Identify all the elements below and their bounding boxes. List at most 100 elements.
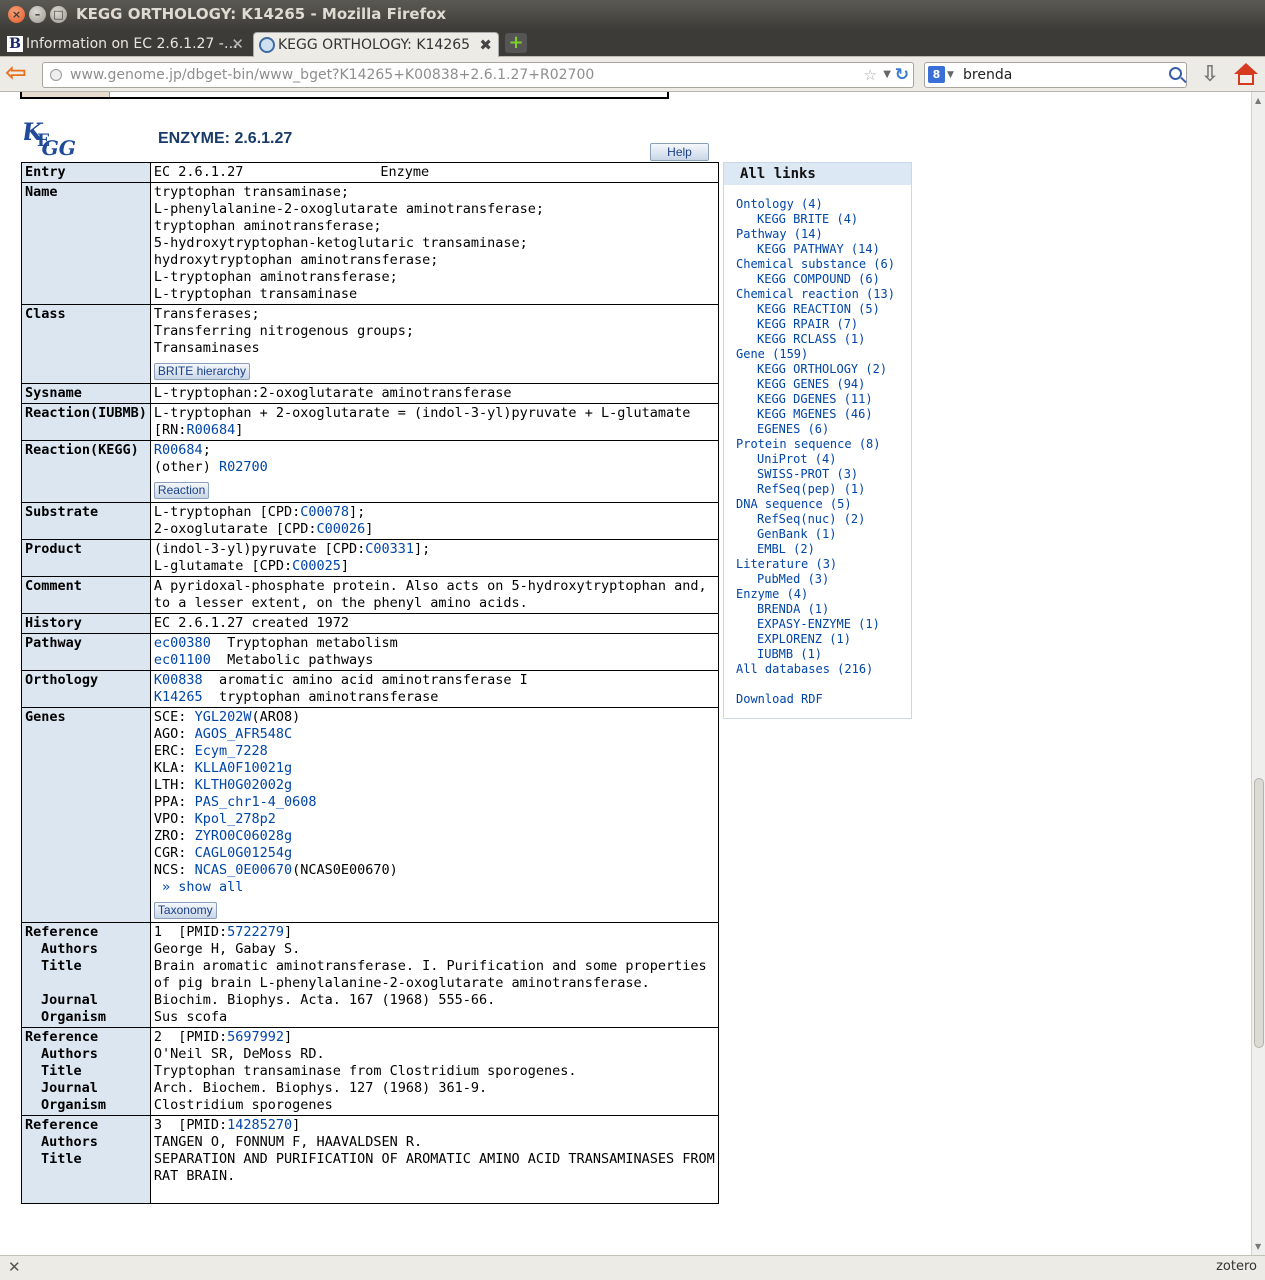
download-arrow-icon[interactable]: ⇩: [1198, 63, 1222, 87]
link-category[interactable]: Enzyme (4): [736, 587, 911, 602]
reaction-link[interactable]: R02700: [219, 459, 268, 475]
google-search-engine-icon[interactable]: 8: [928, 66, 945, 83]
database-link[interactable]: BRENDA (1): [736, 602, 911, 617]
link-category[interactable]: Protein sequence (8): [736, 437, 911, 452]
scrollbar-thumb[interactable]: [1254, 778, 1264, 1048]
pmid-link[interactable]: 14285270: [227, 1117, 292, 1133]
orthology-link[interactable]: K00838: [154, 672, 203, 688]
addon-bar-close-icon[interactable]: ✕: [8, 1258, 21, 1276]
database-link[interactable]: KEGG REACTION (5): [736, 302, 911, 317]
gene-link[interactable]: PAS_chr1-4_0608: [195, 794, 317, 810]
tab-brenda[interactable]: B Information on EC 2.6.1.27 -… ✕: [2, 32, 250, 57]
database-link[interactable]: KEGG PATHWAY (14): [736, 242, 911, 257]
link-category[interactable]: All databases (216): [736, 662, 911, 677]
database-link[interactable]: KEGG ORTHOLOGY (2): [736, 362, 911, 377]
scroll-up-arrow-icon[interactable]: ▲: [1255, 96, 1261, 105]
compound-link[interactable]: C00078: [300, 504, 349, 520]
gene-link[interactable]: ZYRO0C06028g: [195, 828, 293, 844]
bookmark-star-icon[interactable]: ☆: [864, 63, 877, 87]
new-tab-plus-icon[interactable]: +: [505, 33, 527, 53]
brite-hierarchy-button[interactable]: BRITE hierarchy: [153, 363, 250, 380]
genes-row: Genes SCE: YGL202W(ARO8) AGO: AGOS_AFR54…: [21, 707, 719, 923]
link-category[interactable]: Ontology (4): [736, 197, 911, 212]
orthology-link[interactable]: K14265: [154, 689, 203, 705]
pathway-link[interactable]: ec00380: [154, 635, 211, 651]
kegg-logo[interactable]: K E GG: [24, 118, 84, 160]
window-minimize-icon[interactable]: –: [29, 6, 46, 23]
scroll-down-arrow-icon[interactable]: ▼: [1255, 1242, 1261, 1251]
search-input[interactable]: brenda: [963, 67, 1012, 83]
database-link[interactable]: KEGG DGENES (11): [736, 392, 911, 407]
database-link[interactable]: KEGG RPAIR (7): [736, 317, 911, 332]
database-link[interactable]: UniProt (4): [736, 452, 911, 467]
url-dropdown-icon[interactable]: ▼: [883, 63, 891, 87]
database-link[interactable]: RefSeq(pep) (1): [736, 482, 911, 497]
window-title: KEGG ORTHOLOGY: K14265 - Mozilla Firefox: [76, 5, 447, 23]
gene-link[interactable]: KLLA0F10021g: [195, 760, 293, 776]
organism-code: ERC:: [153, 743, 195, 759]
database-link[interactable]: EMBL (2): [736, 542, 911, 557]
reload-icon[interactable]: ↻: [895, 63, 909, 87]
help-button[interactable]: Help: [650, 143, 709, 161]
link-category[interactable]: Pathway (14): [736, 227, 911, 242]
gene-link[interactable]: Ecym_7228: [195, 743, 268, 759]
reference-journal: Biochim. Biophys. Acta. 167 (1968) 555-6…: [153, 992, 496, 1008]
zotero-label[interactable]: zotero: [1216, 1259, 1257, 1274]
link-category[interactable]: Chemical reaction (13): [736, 287, 911, 302]
gene-link[interactable]: Kpol_278p2: [195, 811, 276, 827]
compound-link[interactable]: C00025: [292, 558, 341, 574]
back-arrow-icon[interactable]: ⇦: [5, 60, 33, 87]
database-link[interactable]: GenBank (1): [736, 527, 911, 542]
kegg-logo-text-gg: GG: [39, 136, 78, 160]
organism-label: Organism: [41, 1097, 107, 1113]
database-link[interactable]: KEGG GENES (94): [736, 377, 911, 392]
url-bar[interactable]: www.genome.jp/dbget-bin/www_bget?K14265+…: [42, 62, 914, 88]
pmid-link[interactable]: 5722279: [227, 924, 284, 940]
reaction-button[interactable]: Reaction: [153, 482, 210, 499]
download-rdf-link[interactable]: Download RDF: [736, 692, 911, 707]
gene-link[interactable]: NCAS_0E00670: [195, 862, 293, 878]
database-link[interactable]: SWISS-PROT (3): [736, 467, 911, 482]
home-icon[interactable]: [1233, 62, 1259, 88]
database-link[interactable]: EXPLORENZ (1): [736, 632, 911, 647]
link-category[interactable]: Gene (159): [736, 347, 911, 362]
tab-kegg[interactable]: KEGG ORTHOLOGY: K14265 ✖: [253, 32, 499, 57]
link-category[interactable]: Literature (3): [736, 557, 911, 572]
database-link[interactable]: RefSeq(nuc) (2): [736, 512, 911, 527]
database-link[interactable]: IUBMB (1): [736, 647, 911, 662]
taxonomy-button[interactable]: Taxonomy: [153, 902, 217, 919]
database-link[interactable]: PubMed (3): [736, 572, 911, 587]
link-category[interactable]: Chemical substance (6): [736, 257, 911, 272]
search-magnifier-icon[interactable]: [1169, 67, 1182, 80]
database-link[interactable]: EGENES (6): [736, 422, 911, 437]
organism-code: ZRO:: [153, 828, 195, 844]
engine-dropdown-icon[interactable]: ▼: [947, 63, 954, 87]
gene-link[interactable]: KLTH0G02002g: [195, 777, 293, 793]
tab-close-icon[interactable]: ✖: [479, 33, 492, 57]
gene-link[interactable]: CAGL0G01254g: [195, 845, 293, 861]
gene-link[interactable]: AGOS_AFR548C: [195, 726, 293, 742]
tab-close-icon[interactable]: ✕: [231, 32, 244, 56]
compound-link[interactable]: C00331: [365, 541, 414, 557]
gene-link[interactable]: YGL202W: [195, 709, 252, 725]
compound-link[interactable]: C00026: [316, 521, 365, 537]
window-maximize-icon[interactable]: □: [50, 6, 67, 23]
reference-authors: O'Neil SR, DeMoss RD.: [153, 1046, 325, 1062]
gene-extra: (NCAS0E00670): [292, 862, 398, 878]
database-link[interactable]: KEGG MGENES (46): [736, 407, 911, 422]
search-bar[interactable]: 8 ▼ brenda: [924, 62, 1187, 88]
row-label: Genes: [21, 707, 151, 923]
database-link[interactable]: EXPASY-ENZYME (1): [736, 617, 911, 632]
vertical-scrollbar[interactable]: ▲ ▼: [1251, 92, 1265, 1255]
reaction-link[interactable]: R00684: [154, 442, 203, 458]
pathway-link[interactable]: ec01100: [154, 652, 211, 668]
pmid-link[interactable]: 5697992: [227, 1029, 284, 1045]
link-category[interactable]: DNA sequence (5): [736, 497, 911, 512]
database-link[interactable]: KEGG COMPOUND (6): [736, 272, 911, 287]
database-link[interactable]: KEGG BRITE (4): [736, 212, 911, 227]
show-all-link[interactable]: » show all: [154, 879, 243, 895]
database-link[interactable]: KEGG RCLASS (1): [736, 332, 911, 347]
name-line: hydroxytryptophan aminotransferase;: [153, 252, 439, 268]
window-close-icon[interactable]: ×: [8, 6, 25, 23]
reaction-link[interactable]: R00684: [186, 422, 235, 438]
